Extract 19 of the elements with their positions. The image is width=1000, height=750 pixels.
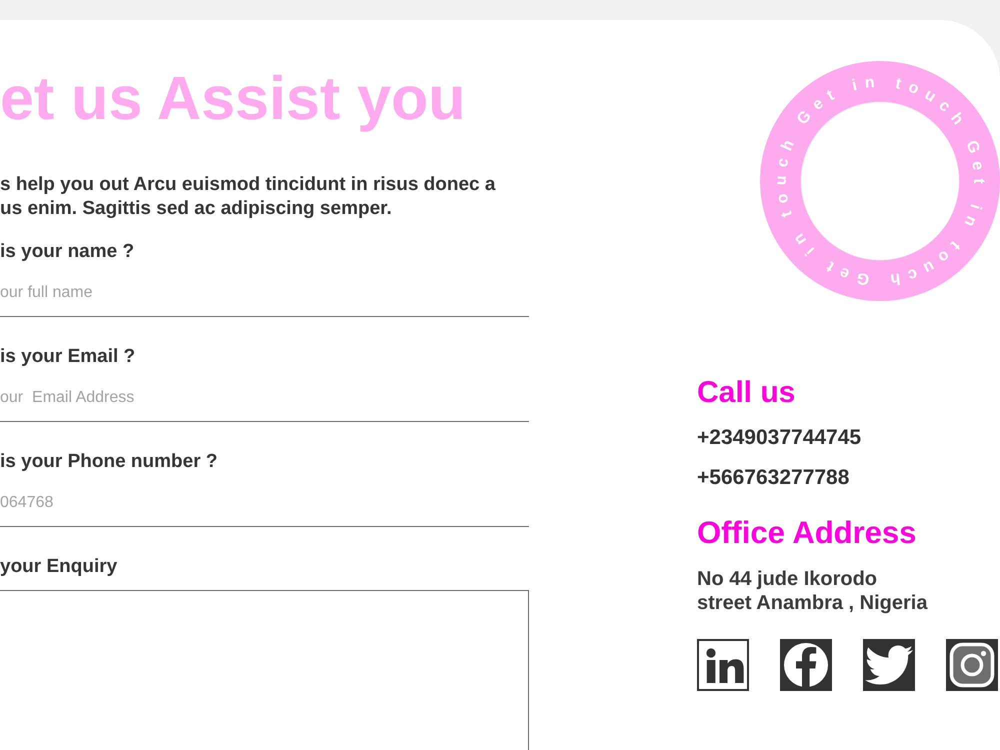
linkedin-icon[interactable] — [697, 639, 749, 691]
text-area-field[interactable] — [0, 590, 529, 750]
section-heading: Call us — [697, 375, 796, 411]
section-heading: Office Address — [697, 515, 916, 551]
instagram-icon[interactable] — [946, 639, 998, 691]
field-label: is your Email ? — [0, 345, 136, 369]
input-field[interactable]: 064768 — [0, 489, 529, 527]
twitter-bird-icon[interactable] — [863, 639, 915, 691]
input-field[interactable]: our Email Address — [0, 384, 529, 422]
input-field[interactable]: our full name — [0, 279, 529, 317]
field-label: is your Phone number ? — [0, 450, 218, 474]
address-line: street Anambra , Nigeria — [697, 591, 928, 615]
field-label: your Enquiry — [0, 555, 118, 579]
field-label: is your name ? — [0, 240, 134, 264]
phone-number: +2349037744745 — [697, 425, 862, 451]
facebook-icon[interactable] — [780, 639, 832, 691]
address-line: No 44 jude Ikorodo — [697, 567, 878, 591]
intro-text: s help you out Arcu euismod tincidunt in risus donec a us enim. Sagittis sed ac adipiscing semper. — [0, 173, 496, 221]
phone-number: +566763277788 — [697, 465, 850, 491]
